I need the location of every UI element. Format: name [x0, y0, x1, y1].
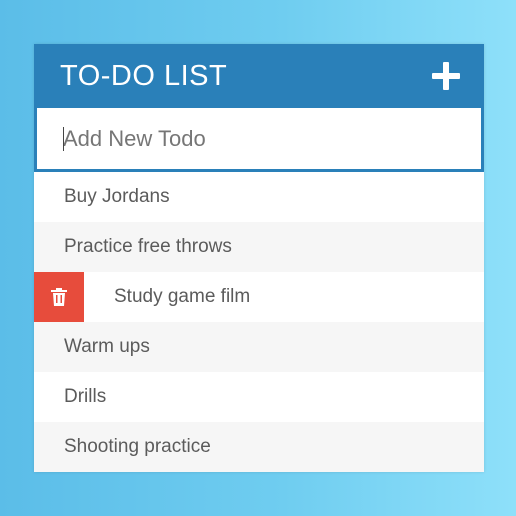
todo-item[interactable]: Shooting practice: [34, 422, 484, 472]
todo-item[interactable]: Buy Jordans: [34, 172, 484, 222]
todo-header: TO-DO LIST: [34, 44, 484, 108]
add-todo-input[interactable]: [37, 108, 481, 169]
todo-item-text: Buy Jordans: [64, 186, 170, 207]
delete-button[interactable]: [34, 272, 84, 322]
input-container: [34, 108, 484, 172]
todo-item-text: Drills: [64, 386, 107, 407]
todo-item-text: Shooting practice: [64, 436, 211, 457]
todo-item[interactable]: Study game film: [34, 272, 484, 322]
todo-item-text: Warm ups: [64, 336, 150, 357]
todo-item-text: Study game film: [114, 286, 251, 307]
trash-icon: [51, 288, 67, 306]
todo-item[interactable]: Practice free throws: [34, 222, 484, 272]
todo-item-text: Practice free throws: [64, 236, 232, 257]
todo-card: TO-DO LIST Buy Jordans Practice free thr…: [34, 44, 484, 472]
todo-list: Buy Jordans Practice free throws Study g…: [34, 172, 484, 472]
plus-icon[interactable]: [432, 62, 460, 90]
todo-item[interactable]: Warm ups: [34, 322, 484, 372]
todo-item[interactable]: Drills: [34, 372, 484, 422]
page-title: TO-DO LIST: [60, 59, 228, 92]
text-cursor: [63, 127, 64, 151]
